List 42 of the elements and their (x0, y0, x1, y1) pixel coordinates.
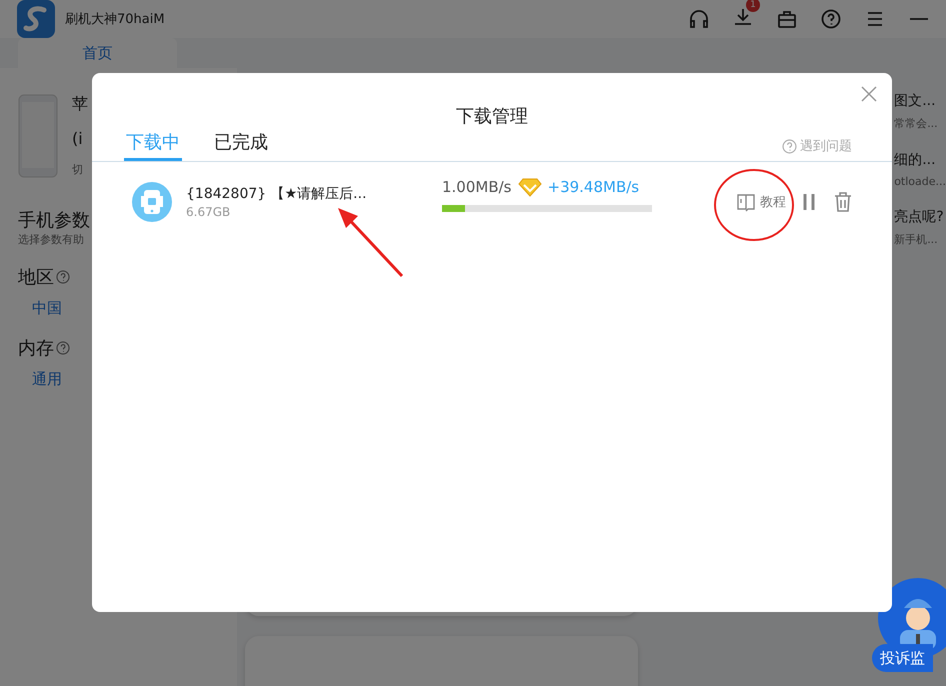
complaint-button[interactable]: 投诉监 (872, 644, 933, 672)
headset-icon[interactable] (688, 8, 710, 30)
phone-lock-icon (132, 182, 172, 222)
tutorial-button[interactable]: 教程 (736, 192, 786, 212)
app-title: 刷机大神70haiM (65, 11, 166, 28)
article-subtitle: 新手机... (894, 232, 938, 247)
article-subtitle: otloade... (894, 175, 946, 188)
dialog-tab[interactable]: 已完成 (212, 130, 270, 161)
device-name: 苹 (72, 94, 88, 115)
switch-link[interactable]: 切 (72, 162, 83, 177)
help-icon[interactable] (56, 270, 70, 284)
delete-button[interactable] (832, 191, 854, 213)
param-value[interactable]: 通用 (32, 370, 62, 389)
trash-icon (832, 191, 854, 213)
dialog-title: 下载管理 (456, 105, 528, 128)
boost-speed: +39.48MB/s (548, 178, 640, 196)
section-title: 手机参数 (18, 209, 90, 232)
help-link[interactable]: 遇到问题 (782, 137, 852, 161)
article-subtitle: 常常会... (894, 116, 938, 131)
briefcase-icon[interactable] (776, 8, 798, 30)
download-speed: 1.00MB/s (442, 178, 512, 196)
param-label: 地区 (18, 266, 54, 289)
notification-badge: 1 (746, 0, 760, 12)
section-hint: 选择参数有助 (18, 232, 85, 247)
download-icon[interactable] (732, 6, 754, 28)
annotation-arrow (336, 206, 404, 278)
help-icon (782, 138, 797, 154)
param-value[interactable]: 中国 (32, 299, 62, 318)
nav-tab[interactable]: 首页 (18, 38, 177, 68)
phone-icon (18, 94, 58, 178)
diamond-icon (518, 176, 542, 196)
article-title[interactable]: 亮点呢? (894, 208, 944, 226)
article-title[interactable]: 细的... (894, 151, 936, 169)
device-model: (i (72, 129, 83, 148)
book-icon (736, 192, 756, 212)
article-title[interactable]: 图文... (894, 92, 936, 110)
param-label: 内存 (18, 337, 54, 360)
file-name: {1842807} 【★请解压后... (186, 185, 368, 203)
help-icon[interactable] (820, 8, 842, 30)
help-icon[interactable] (56, 341, 70, 355)
file-size: 6.67GB (186, 205, 232, 219)
dialog-tab[interactable]: 下载中 (124, 130, 182, 161)
